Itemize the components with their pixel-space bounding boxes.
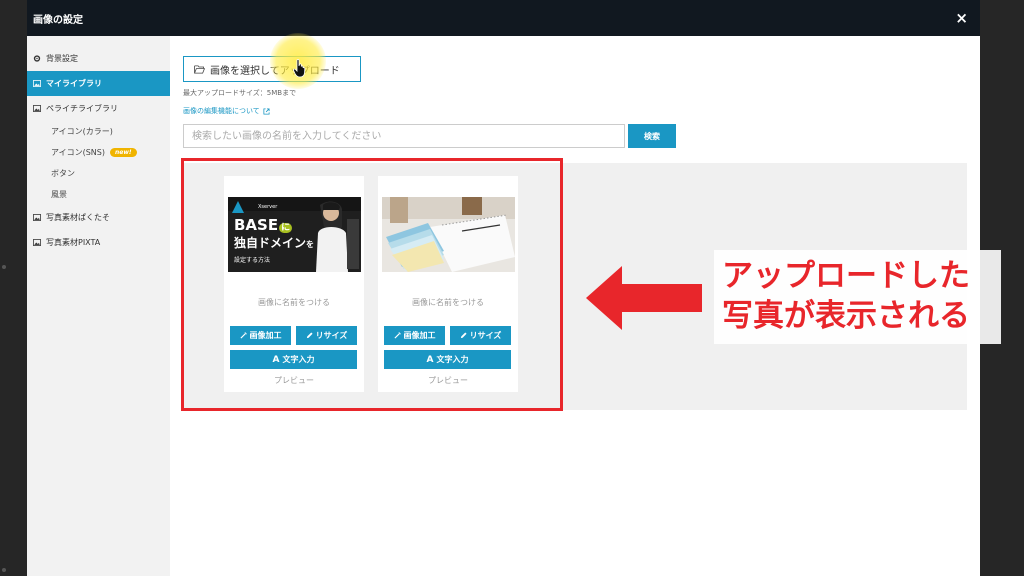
upload-button-label: 画像を選択してアップロード: [210, 65, 340, 77]
arrow-left-icon: [586, 266, 702, 330]
image-icon: [33, 214, 41, 221]
text-button-label: 文字入力: [282, 355, 315, 364]
folder-open-icon: [194, 64, 205, 74]
thumb-title-line2: 独自ドメインを: [234, 236, 315, 250]
resize-button[interactable]: リサイズ: [296, 326, 357, 345]
thumb-brand: Xserver: [258, 204, 278, 210]
edit-button-label: 画像加工: [403, 331, 436, 340]
text-a-icon: A: [272, 354, 280, 365]
image-edit-button[interactable]: 画像加工: [230, 326, 291, 345]
hand-cursor-icon: [293, 59, 306, 78]
preview-link[interactable]: プレビュー: [224, 375, 364, 386]
pencil-icon: [306, 332, 313, 339]
backdrop-dot: [2, 265, 6, 269]
annotation-line1: アップロードした: [722, 258, 970, 294]
sidebar-item-label: マイライブラリ: [46, 79, 102, 88]
backdrop-dot: [2, 568, 6, 572]
wand-icon: [239, 332, 247, 339]
sidebar-item-pixta[interactable]: 写真素材PIXTA: [27, 230, 170, 255]
search-input[interactable]: [183, 124, 625, 148]
text-input-button[interactable]: A 文字入力: [230, 350, 357, 369]
annotation-callout: アップロードした 写真が表示される: [714, 250, 1001, 344]
sidebar-item-icon-color[interactable]: アイコン(カラー): [27, 121, 170, 142]
image-thumbnail[interactable]: Xserver BASE に 独自ドメインを 設定する方法: [228, 197, 361, 272]
photo-notebook-swatches: [382, 197, 515, 272]
sidebar-item-label: 写真素材ぱくたそ: [46, 213, 110, 222]
gear-icon: [33, 55, 41, 62]
image-name-placeholder[interactable]: 画像に名前をつける: [378, 297, 518, 308]
pencil-icon: [460, 332, 467, 339]
sidebar-item-label: ペライチライブラリ: [46, 104, 118, 113]
sidebar-item-pakutaso[interactable]: 写真素材ぱくたそ: [27, 205, 170, 230]
text-input-button[interactable]: A 文字入力: [384, 350, 511, 369]
max-size-hint: 最大アップロードサイズ：5MBまで: [183, 89, 297, 97]
resize-button-label: リサイズ: [469, 331, 502, 340]
image-thumbnail[interactable]: [382, 197, 515, 272]
image-card: Xserver BASE に 独自ドメインを 設定する方法 画像に名前をつける 画…: [224, 176, 364, 392]
edit-feature-link[interactable]: 画像の編集機能について: [183, 106, 270, 116]
sidebar-item-scenery[interactable]: 風景: [27, 184, 170, 205]
sidebar-item-icon-sns[interactable]: アイコン(SNS) new!: [27, 142, 170, 163]
annotation-line2: 写真が表示される: [722, 298, 970, 334]
text-button-label: 文字入力: [436, 355, 469, 364]
sidebar: 背景設定 マイライブラリ ペライチライブラリ アイコン(カラー) アイコン(SN…: [27, 36, 170, 576]
sidebar-item-label: ボタン: [51, 169, 75, 178]
sidebar-item-label: 背景設定: [46, 54, 78, 63]
image-icon: [33, 239, 41, 246]
image-icon: [33, 105, 41, 112]
thumb-subtitle: 設定する方法: [234, 257, 271, 264]
image-edit-button[interactable]: 画像加工: [384, 326, 445, 345]
thumb-title-line1: BASE に: [234, 216, 293, 234]
image-icon: [33, 80, 41, 87]
resize-button[interactable]: リサイズ: [450, 326, 511, 345]
modal-title: 画像の設定: [33, 14, 83, 26]
wand-icon: [393, 332, 401, 339]
sidebar-item-label: 写真素材PIXTA: [46, 238, 101, 247]
resize-button-label: リサイズ: [315, 331, 348, 340]
new-badge: new!: [109, 148, 137, 157]
sidebar-item-label: アイコン(SNS): [51, 148, 105, 157]
image-name-placeholder[interactable]: 画像に名前をつける: [224, 297, 364, 308]
preview-link[interactable]: プレビュー: [378, 375, 518, 386]
search-button[interactable]: 検索: [628, 124, 676, 148]
sidebar-item-label: アイコン(カラー): [51, 127, 113, 136]
sidebar-item-peraichi-library[interactable]: ペライチライブラリ: [27, 96, 170, 121]
sidebar-item-button[interactable]: ボタン: [27, 163, 170, 184]
upload-image-button[interactable]: 画像を選択してアップロード: [183, 56, 361, 82]
text-a-icon: A: [426, 354, 434, 365]
external-link-icon: [263, 107, 270, 115]
edit-button-label: 画像加工: [249, 331, 282, 340]
sidebar-item-label: 風景: [51, 190, 67, 199]
backdrop-left: [0, 0, 27, 576]
modal-header: 画像の設定 ×: [27, 0, 980, 36]
sidebar-item-my-library[interactable]: マイライブラリ: [27, 71, 170, 96]
image-card: 画像に名前をつける 画像加工 リサイズ A 文字入力 プレビュー: [378, 176, 518, 392]
edit-link-label: 画像の編集機能について: [183, 107, 260, 115]
close-button[interactable]: ×: [955, 10, 968, 26]
sidebar-item-background[interactable]: 背景設定: [27, 46, 170, 71]
